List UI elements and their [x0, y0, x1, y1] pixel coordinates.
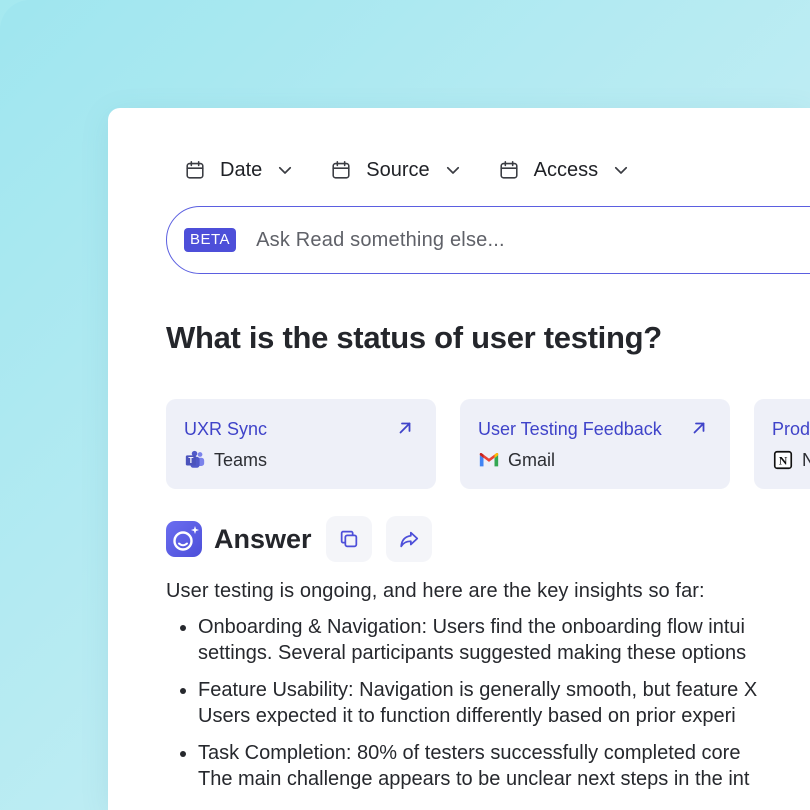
ask-input[interactable] — [254, 227, 779, 253]
filter-access[interactable]: Access — [498, 153, 630, 187]
chevron-down-icon — [446, 166, 459, 174]
answer-bullet: Onboarding & Navigation: Users find the … — [198, 614, 810, 666]
calendar-icon — [186, 160, 204, 179]
filter-source[interactable]: Source — [330, 153, 461, 187]
svg-text:N: N — [779, 454, 788, 468]
answer-title: Answer — [214, 523, 312, 554]
source-card-uxr-sync[interactable]: UXR Sync T Teams — [166, 399, 436, 489]
source-title: UXR Sync — [184, 419, 268, 439]
source-app-label: Teams — [214, 449, 268, 470]
filter-date-label: Date — [220, 158, 263, 181]
gmail-icon — [479, 452, 499, 467]
read-panel: Date Source Access BETA What is the stat… — [108, 108, 810, 810]
chevron-down-icon — [279, 166, 292, 174]
copy-icon — [340, 530, 357, 548]
share-button[interactable] — [385, 516, 432, 562]
source-cards: UXR Sync T Teams User Testing Feedback G… — [166, 399, 810, 489]
source-app-label: Gmail — [508, 449, 556, 470]
answer-bullet: Task Completion: 80% of testers successf… — [198, 740, 810, 792]
answer-body: User testing is ongoing, and here are th… — [166, 578, 810, 803]
source-app: N N — [772, 449, 810, 471]
read-ai-logo-icon — [166, 521, 202, 557]
beta-badge: BETA — [184, 228, 237, 252]
answer-intro: User testing is ongoing, and here are th… — [166, 580, 705, 602]
calendar-icon — [500, 160, 518, 179]
calendar-icon — [332, 160, 350, 179]
source-app-label: N — [802, 449, 810, 470]
notion-icon: N — [773, 450, 793, 470]
answer-header: Answer — [166, 516, 446, 562]
arrow-up-right-icon — [693, 422, 705, 434]
arrow-up-right-icon — [399, 422, 411, 434]
ask-search-bar[interactable]: BETA — [166, 206, 810, 274]
copy-button[interactable] — [325, 516, 372, 562]
question-heading: What is the status of user testing? — [166, 320, 662, 355]
source-title: Prod — [772, 419, 810, 439]
filter-access-label: Access — [533, 158, 599, 181]
chevron-down-icon — [615, 166, 628, 174]
source-app: T Teams — [184, 449, 267, 471]
teams-icon: T — [185, 450, 205, 468]
source-app: Gmail — [478, 449, 555, 471]
source-title: User Testing Feedback — [478, 419, 662, 439]
source-card-user-testing-feedback[interactable]: User Testing Feedback Gmail — [460, 399, 730, 489]
filter-date[interactable]: Date — [184, 153, 294, 187]
filter-bar: Date Source Access — [184, 153, 666, 187]
share-icon — [399, 531, 418, 548]
answer-bullet: Feature Usability: Navigation is general… — [198, 677, 810, 729]
source-card-prod[interactable]: Prod N N — [754, 399, 810, 489]
svg-text:T: T — [188, 456, 193, 465]
answer-bullets: Onboarding & Navigation: Users find the … — [166, 614, 810, 792]
filter-source-label: Source — [366, 158, 430, 181]
